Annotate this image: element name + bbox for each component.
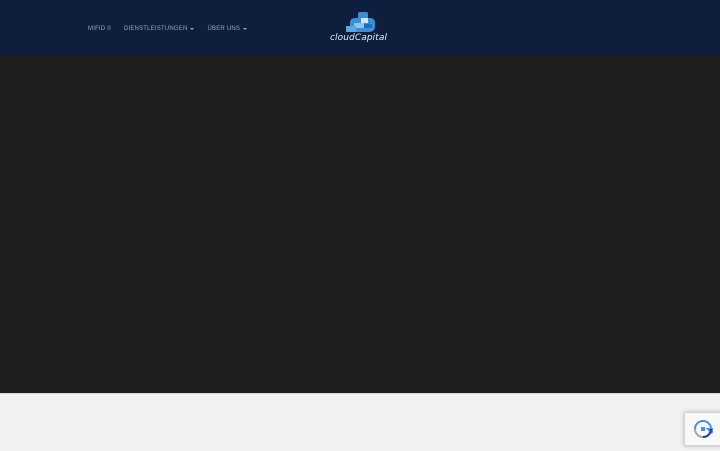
nav-item-label: MIFID II <box>88 26 111 32</box>
nav-item-label: ÜBER UNS <box>207 26 241 32</box>
nav-item-mifid[interactable]: MIFID II <box>88 26 111 32</box>
nav-item-dienstleistungen[interactable]: DIENSTLEISTUNGEN <box>124 26 195 32</box>
site-logo[interactable]: cloudCapital <box>328 12 394 46</box>
nav-item-ueber-uns[interactable]: ÜBER UNS <box>207 26 248 32</box>
recaptcha-icon <box>694 420 713 438</box>
top-navbar: MIFID II DIENSTLEISTUNGEN ÜBER UNS cloud… <box>0 0 720 56</box>
cloud-capital-logo-icon <box>346 12 375 32</box>
nav-item-label: DIENSTLEISTUNGEN <box>123 26 188 32</box>
main-navigation: MIFID II DIENSTLEISTUNGEN ÜBER UNS <box>88 22 260 36</box>
hero-section <box>0 56 720 393</box>
page-footer-area <box>0 393 720 451</box>
caret-down-icon <box>243 28 248 30</box>
caret-down-icon <box>190 28 195 30</box>
recaptcha-badge[interactable] <box>684 412 720 446</box>
logo-wordmark: cloudCapital <box>330 33 388 43</box>
